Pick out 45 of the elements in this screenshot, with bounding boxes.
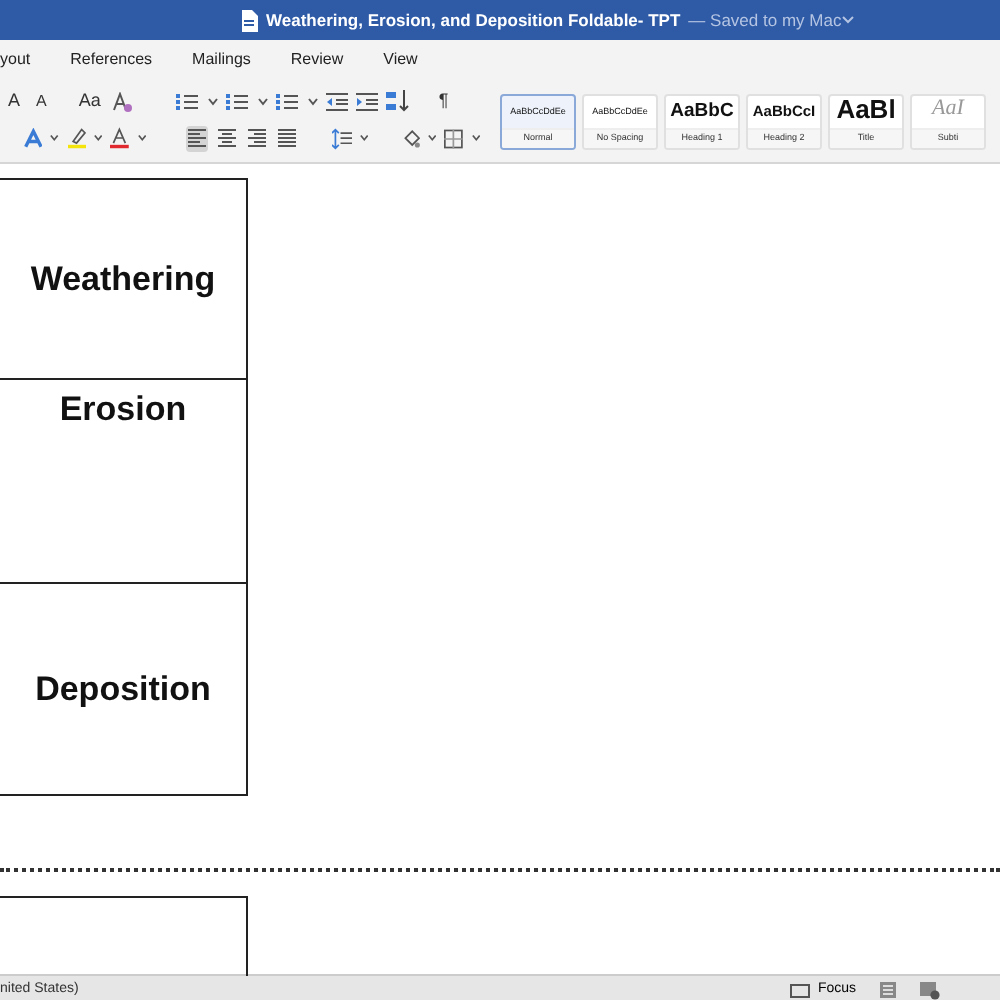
table-cell: Erosion <box>0 380 248 584</box>
caret-icon <box>258 97 269 106</box>
multilevel-list-icon[interactable] <box>276 91 301 112</box>
change-case-button[interactable]: Aa <box>74 90 105 113</box>
text-effects-icon[interactable] <box>24 127 43 150</box>
shrink-font-button[interactable]: A <box>32 91 51 112</box>
caret-icon <box>208 97 219 106</box>
web-layout-icon[interactable] <box>920 981 940 999</box>
caret-icon <box>308 97 319 106</box>
align-center-button[interactable] <box>215 125 239 152</box>
clear-format-icon[interactable] <box>112 91 133 112</box>
caret-icon <box>471 134 481 143</box>
ribbon-tab[interactable]: yout <box>0 48 45 72</box>
document-icon <box>240 9 258 31</box>
bullets-icon[interactable] <box>176 91 201 112</box>
grow-font-button[interactable]: A <box>4 90 25 113</box>
focus-icon <box>789 983 810 997</box>
align-left-button[interactable] <box>185 125 208 152</box>
save-status: — Saved to my Mac <box>688 7 842 33</box>
increase-indent-icon[interactable] <box>356 91 379 112</box>
print-layout-icon[interactable] <box>880 982 896 998</box>
paragraph-mark-button[interactable]: ¶ <box>434 90 453 113</box>
caret-icon <box>428 134 437 143</box>
chevron-down-icon <box>841 16 854 24</box>
line-spacing-icon[interactable] <box>331 127 352 150</box>
ribbon-tab[interactable]: Mailings <box>178 48 265 72</box>
ribbon-tab[interactable]: View <box>369 48 432 72</box>
align-right-button[interactable] <box>246 125 269 152</box>
table-cell: Deposition <box>0 584 248 796</box>
sort-icon[interactable] <box>386 90 411 113</box>
ribbon-tab[interactable]: Review <box>276 48 358 72</box>
align-justify-button[interactable] <box>276 125 299 152</box>
caret-icon <box>359 134 369 143</box>
paint-bucket-icon[interactable] <box>401 127 421 150</box>
table-cell: Weathering <box>0 178 248 380</box>
ribbon-tab[interactable]: References <box>56 48 167 72</box>
numbering-icon[interactable] <box>226 91 251 112</box>
window-title: Weathering, Erosion, and Deposition Foldable- TPT <box>266 7 681 33</box>
caret-icon <box>137 134 146 143</box>
caret-icon <box>94 134 103 143</box>
font-color-icon[interactable] <box>110 126 130 151</box>
caret-icon <box>50 134 60 143</box>
decrease-indent-icon[interactable] <box>326 91 349 112</box>
borders-icon[interactable] <box>444 127 464 150</box>
highlighter-icon[interactable] <box>67 126 87 151</box>
